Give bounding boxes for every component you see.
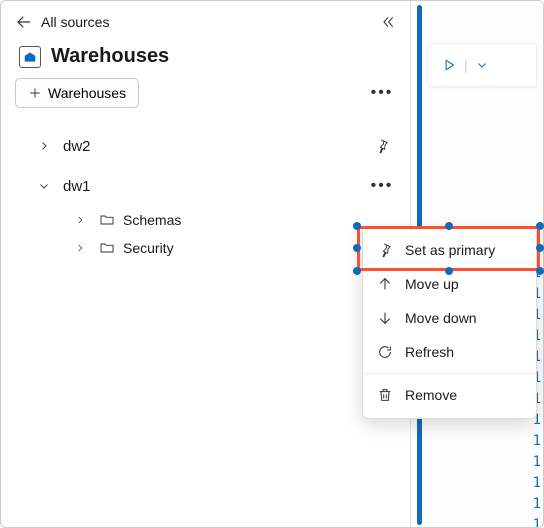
annotation-handle (536, 267, 544, 275)
tree: dw2 dw1 ••• (1, 116, 410, 272)
pin-button[interactable] (368, 132, 396, 160)
menu-move-down[interactable]: Move down (363, 301, 536, 335)
folder-icon (99, 240, 115, 256)
tree-item-label: Schemas (123, 212, 181, 228)
pin-icon (377, 242, 393, 258)
tree-item-label: dw1 (63, 178, 91, 195)
menu-label: Move up (405, 276, 459, 292)
back-label: All sources (41, 14, 109, 30)
tree-item-label: Security (123, 240, 174, 256)
menu-separator (363, 373, 536, 374)
sidebar: All sources Warehouses Warehouses (1, 1, 411, 527)
back-button[interactable]: All sources (11, 9, 113, 35)
menu-set-as-primary[interactable]: Set as primary (363, 233, 536, 267)
play-icon (442, 58, 456, 72)
add-button-label: Warehouses (48, 85, 126, 101)
menu-refresh[interactable]: Refresh (363, 335, 536, 369)
tree-item-more-button[interactable]: ••• (368, 172, 396, 200)
run-dropdown-button[interactable] (476, 59, 488, 71)
chevron-down-icon (476, 59, 488, 71)
annotation-handle (445, 267, 453, 275)
run-button[interactable] (442, 58, 456, 72)
menu-label: Set as primary (405, 242, 495, 258)
refresh-icon (377, 344, 393, 360)
chevron-right-icon (35, 140, 53, 152)
menu-remove[interactable]: Remove (363, 378, 536, 412)
annotation-handle (353, 267, 361, 275)
trash-icon (377, 387, 393, 403)
annotation-handle (536, 244, 544, 252)
page-title: Warehouses (51, 45, 169, 68)
context-menu: Set as primary Move up Move down Refresh… (362, 226, 537, 419)
more-horizontal-icon: ••• (371, 177, 394, 195)
arrow-down-icon (377, 310, 393, 326)
tree-item-label: dw2 (63, 138, 91, 155)
add-row-more-button[interactable]: ••• (368, 79, 396, 107)
chevron-right-icon (71, 243, 89, 253)
divider: | (464, 57, 468, 73)
folder-icon (99, 212, 115, 228)
arrow-left-icon (15, 13, 33, 31)
run-toolbar: | (427, 43, 537, 87)
annotation-handle (353, 244, 361, 252)
tree-item-security[interactable]: Security (1, 234, 410, 262)
chevron-right-icon (71, 215, 89, 225)
annotation-handle (445, 222, 453, 230)
annotation-handle (536, 222, 544, 230)
tree-item-schemas[interactable]: Schemas (1, 206, 410, 234)
warehouse-icon (19, 46, 41, 68)
menu-label: Refresh (405, 344, 454, 360)
tree-item-dw1[interactable]: dw1 ••• (1, 166, 410, 206)
tree-children: Schemas Security (1, 206, 410, 262)
annotation-handle (353, 222, 361, 230)
menu-label: Remove (405, 387, 457, 403)
pin-icon (374, 138, 390, 154)
add-warehouse-button[interactable]: Warehouses (15, 78, 139, 108)
collapse-panel-button[interactable] (376, 10, 400, 34)
chevron-down-icon (35, 180, 53, 192)
chevron-double-left-icon (380, 14, 396, 30)
add-row: Warehouses ••• (1, 78, 410, 116)
topbar: All sources (1, 9, 410, 39)
menu-label: Move down (405, 310, 477, 326)
more-horizontal-icon: ••• (371, 84, 394, 102)
arrow-up-icon (377, 276, 393, 292)
tree-item-dw2[interactable]: dw2 (1, 126, 410, 166)
plus-icon (28, 86, 42, 100)
sources-header: Warehouses (1, 39, 410, 78)
